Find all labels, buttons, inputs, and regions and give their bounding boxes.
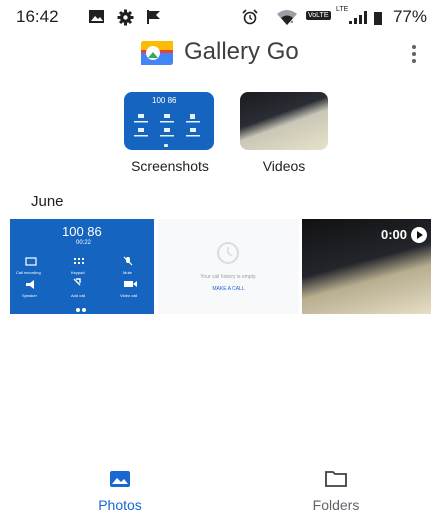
call-button-label: Speaker (22, 293, 37, 298)
play-icon (411, 227, 427, 243)
battery-percent: 77% (392, 7, 427, 26)
section-date-header: June (31, 193, 64, 210)
album-thumbnail: 100 86 (124, 92, 214, 150)
battery-icon (374, 12, 382, 25)
wifi-icon: × (277, 10, 297, 25)
video-duration: 0:00 (380, 227, 407, 242)
album-videos[interactable]: Videos (240, 92, 332, 174)
video-tile[interactable]: 0:00 (302, 219, 431, 314)
app-bar: Gallery Go (0, 36, 431, 76)
empty-history-message: Your call history is empty. (200, 274, 257, 280)
alarm-icon (242, 9, 258, 25)
album-label: Videos (262, 158, 306, 174)
clock-icon (217, 242, 239, 264)
gear-icon (117, 9, 134, 26)
image-icon (89, 10, 104, 23)
folder-icon (325, 471, 347, 487)
nav-folders[interactable]: Folders (266, 463, 406, 513)
photo-icon (110, 471, 130, 487)
album-label: Screenshots (131, 158, 209, 174)
svg-text:×: × (290, 20, 294, 25)
bottom-nav: Photos Folders (0, 463, 431, 513)
volte-icon: VoLTE (306, 11, 331, 20)
more-options-button[interactable] (409, 42, 419, 66)
make-call-link: MAKE A CALL (212, 286, 245, 292)
status-time: 16:42 (16, 7, 59, 26)
flag-icon (147, 10, 160, 24)
album-thumbnail (240, 92, 328, 150)
nav-label: Photos (98, 497, 142, 513)
call-button-label: Mute (123, 270, 132, 275)
more-vert-icon (412, 45, 416, 49)
album-screenshots[interactable]: 100 86 Screenshots (124, 92, 216, 174)
call-buttons-graphic (134, 114, 200, 147)
call-controls-graphic (25, 256, 137, 312)
gallery-go-logo (141, 41, 173, 65)
call-button-label: Add call (71, 293, 86, 298)
lte-signal-icon (349, 11, 367, 24)
call-button-label: Video call (120, 293, 138, 298)
app-title: Gallery Go (184, 38, 299, 65)
photo-tile-call-history[interactable]: Your call history is empty. MAKE A CALL (158, 219, 299, 314)
lte-label: LTE (336, 6, 349, 13)
call-button-label: Call recording (16, 270, 41, 275)
photo-tile-call-screen[interactable]: 100 86 00:22 Call recording Keypad Mute … (10, 219, 154, 314)
nav-label: Folders (312, 497, 360, 513)
status-bar: 16:42 × VoLTE LTE 77% (0, 0, 431, 36)
call-button-label: Keypad (71, 270, 85, 275)
nav-photos[interactable]: Photos (50, 463, 190, 513)
